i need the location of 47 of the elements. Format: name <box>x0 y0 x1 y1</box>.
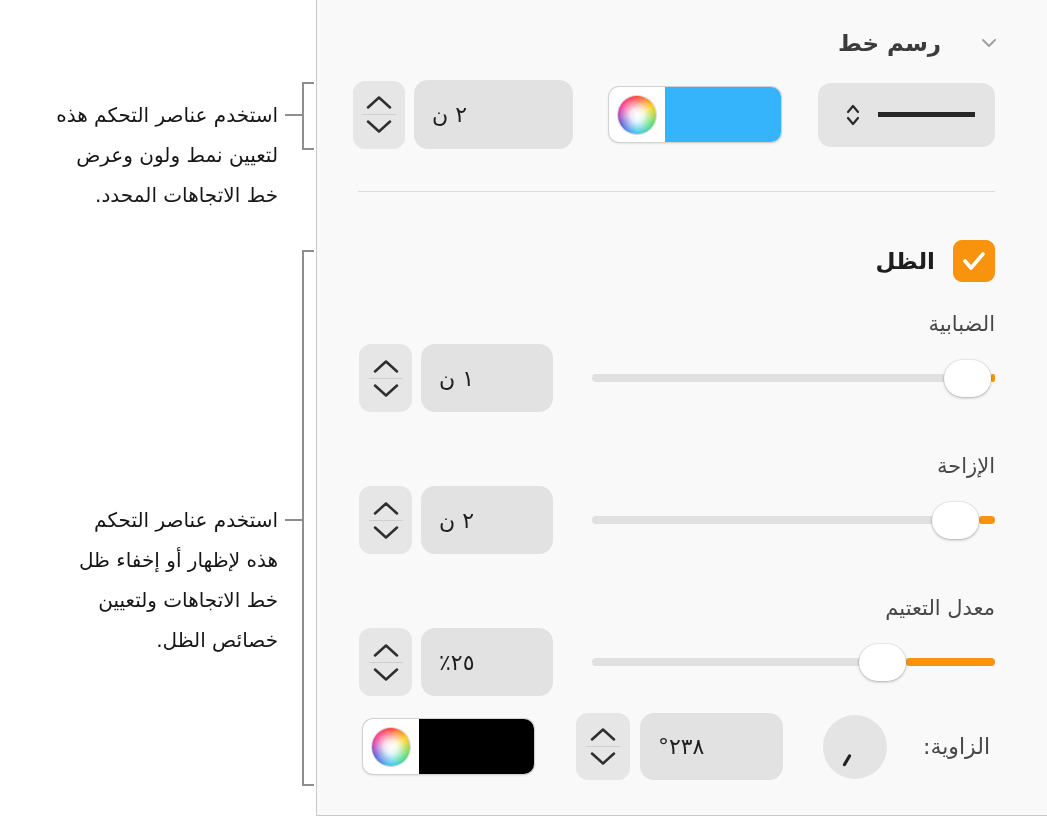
chevron-up-icon[interactable] <box>372 501 399 515</box>
number-field[interactable]: ٢ ن <box>414 80 573 149</box>
slider-thumb[interactable] <box>931 501 979 539</box>
stepper[interactable] <box>359 628 412 696</box>
stepper[interactable] <box>575 713 630 780</box>
slider-label: الضبابية <box>928 311 995 338</box>
callout-text: استخدم عناصر التحكم هذه لإظهار أو إخفاء ظل خط الاتجاهات ولتعيين خصائص الظل. <box>77 507 278 654</box>
number-field[interactable]: ٢ ن <box>421 486 553 554</box>
slider-label: معدل التعتيم <box>885 595 995 622</box>
chevron-down-icon[interactable] <box>372 667 399 681</box>
slider[interactable] <box>592 359 995 397</box>
leader-line <box>285 114 302 116</box>
leader-line <box>285 519 302 521</box>
chevron-down-icon[interactable] <box>589 752 616 765</box>
stepper[interactable] <box>359 344 412 412</box>
slider-thumb[interactable] <box>944 359 991 397</box>
chevron-up-icon[interactable] <box>372 359 399 373</box>
slider[interactable] <box>592 643 995 681</box>
color-wheel-icon <box>371 727 410 766</box>
stepper[interactable] <box>359 486 412 554</box>
line-style-popup[interactable] <box>818 82 995 147</box>
field-label: الزاوية: <box>922 734 990 759</box>
color-well[interactable] <box>362 719 534 774</box>
number-field[interactable]: ١ ن <box>421 344 553 412</box>
callout-text: استخدم عناصر التحكم هذه لتعيين نمط ولون وعرض خط الاتجاهات المحدد. <box>55 102 278 209</box>
line-sample-icon <box>878 112 975 117</box>
slider[interactable] <box>592 501 995 539</box>
checkbox[interactable] <box>953 240 995 282</box>
slider-thumb[interactable] <box>859 643 907 681</box>
chevron-up-icon[interactable] <box>366 96 392 109</box>
chevron-up-icon[interactable] <box>372 643 399 657</box>
stepper[interactable] <box>353 80 405 149</box>
updown-chevron-icon <box>846 102 860 127</box>
color-wheel-icon <box>618 95 656 134</box>
number-field[interactable]: ٢٣٨° <box>639 713 783 780</box>
callout-bracket <box>302 82 314 150</box>
chevron-down-icon[interactable] <box>372 525 399 539</box>
chevron-down-icon[interactable] <box>372 383 399 397</box>
chevron-up-icon[interactable] <box>589 728 616 741</box>
checkbox-label: الظل <box>875 247 935 276</box>
checkmark-icon <box>962 251 986 271</box>
slider-label: الإزاحة <box>936 453 995 480</box>
chevron-down-icon[interactable] <box>366 120 392 133</box>
number-field[interactable]: ٢٥٪ <box>421 628 553 696</box>
color-well[interactable] <box>609 87 781 142</box>
dial-marker-icon <box>842 753 852 766</box>
section-title: رسم خط <box>837 29 941 58</box>
